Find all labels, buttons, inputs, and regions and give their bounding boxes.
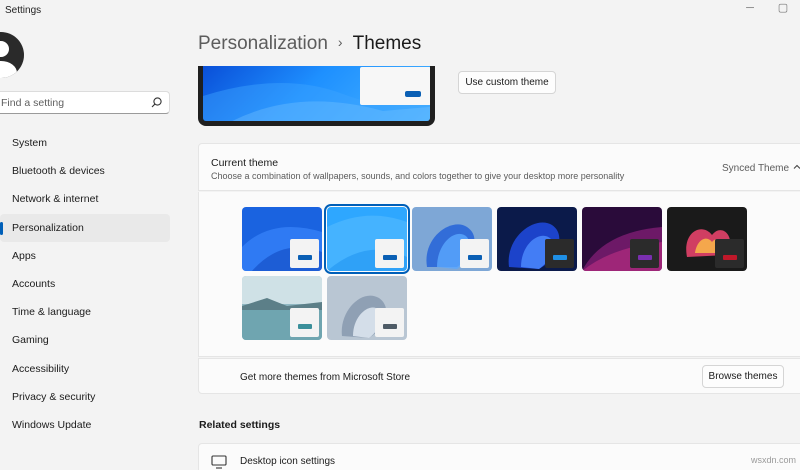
chevron-up-icon[interactable]	[792, 162, 800, 172]
page-title: Themes	[352, 33, 422, 54]
theme-tile[interactable]	[497, 207, 577, 271]
sidebar-item-accounts[interactable]: Accounts	[0, 270, 170, 298]
theme-tile[interactable]	[667, 207, 747, 271]
sidebar-item-accessibility[interactable]: Accessibility	[0, 355, 170, 383]
sidebar-item-personalization[interactable]: Personalization	[0, 213, 170, 242]
sidebar-item-label: Privacy & security	[12, 390, 96, 403]
preview-window	[360, 67, 430, 105]
current-theme-title: Current theme	[211, 157, 279, 169]
monitor-icon	[211, 455, 227, 469]
theme-tile[interactable]	[412, 207, 492, 271]
sidebar-item-label: Time & language	[12, 306, 91, 319]
current-theme-description: Choose a combination of wallpapers, soun…	[211, 171, 625, 181]
related-settings-title: Related settings	[199, 419, 281, 431]
sidebar-item-gaming[interactable]: Gaming	[0, 326, 170, 354]
sidebar-item-label: Bluetooth & devices	[12, 165, 105, 178]
sidebar-item-label: Personalization	[12, 221, 84, 234]
sidebar-item-label: Accounts	[12, 277, 56, 290]
breadcrumb-separator: ›	[337, 34, 343, 50]
search-icon[interactable]	[150, 96, 163, 109]
app-title: Settings	[5, 5, 42, 16]
theme-tile[interactable]	[242, 207, 322, 271]
sidebar-item-label: Accessibility	[12, 362, 70, 375]
theme-tile[interactable]	[327, 276, 407, 340]
sidebar-item-label: Apps	[12, 249, 36, 262]
theme-tile[interactable]	[242, 276, 322, 340]
breadcrumb: Personalization › Themes	[198, 33, 421, 55]
sidebar-item-network-internet[interactable]: Network & internet	[0, 185, 170, 213]
desktop-icon-settings-label: Desktop icon settings	[240, 456, 336, 467]
avatar[interactable]	[0, 32, 24, 78]
search-placeholder: Find a setting	[1, 97, 65, 109]
store-text: Get more themes from Microsoft Store	[240, 372, 411, 383]
store-row: Get more themes from Microsoft Store Bro…	[198, 358, 800, 394]
selection-indicator	[0, 221, 3, 235]
use-custom-theme-button[interactable]: Use custom theme	[458, 71, 556, 94]
sidebar-nav: System Bluetooth & devices Network & inter…	[0, 129, 170, 439]
sidebar-item-label: Gaming	[12, 334, 49, 347]
theme-preview	[198, 66, 435, 126]
desktop-icon-settings-row[interactable]: Desktop icon settings	[198, 443, 800, 470]
theme-tile[interactable]	[324, 204, 410, 274]
sidebar-item-label: Network & internet	[12, 193, 99, 206]
search-input[interactable]: Find a setting	[0, 91, 170, 114]
sidebar-item-privacy-security[interactable]: Privacy & security	[0, 383, 170, 411]
theme-tile[interactable]	[582, 207, 662, 271]
breadcrumb-parent[interactable]: Personalization	[198, 33, 328, 54]
sidebar-item-time-language[interactable]: Time & language	[0, 298, 170, 326]
watermark: wsxdn.com	[750, 455, 796, 465]
minimize-icon[interactable]: ─	[743, 2, 757, 14]
sidebar-item-label: Windows Update	[12, 418, 92, 431]
maximize-icon[interactable]: ▢	[776, 2, 790, 14]
sidebar-item-bluetooth-devices[interactable]: Bluetooth & devices	[0, 157, 170, 185]
sidebar: Find a setting System Bluetooth & devices…	[0, 22, 180, 470]
current-theme-header[interactable]: Current theme Choose a combination of wa…	[198, 143, 800, 191]
browse-themes-button[interactable]: Browse themes	[702, 365, 784, 388]
title-bar: Settings ─ ▢	[0, 0, 800, 22]
current-theme-value: Synced Theme	[722, 163, 790, 174]
sidebar-item-label: System	[12, 137, 48, 149]
sidebar-item-windows-update[interactable]: Windows Update	[0, 411, 170, 439]
sidebar-item-system[interactable]: System	[0, 129, 170, 157]
theme-gallery	[198, 192, 800, 357]
sidebar-item-apps[interactable]: Apps	[0, 242, 170, 270]
